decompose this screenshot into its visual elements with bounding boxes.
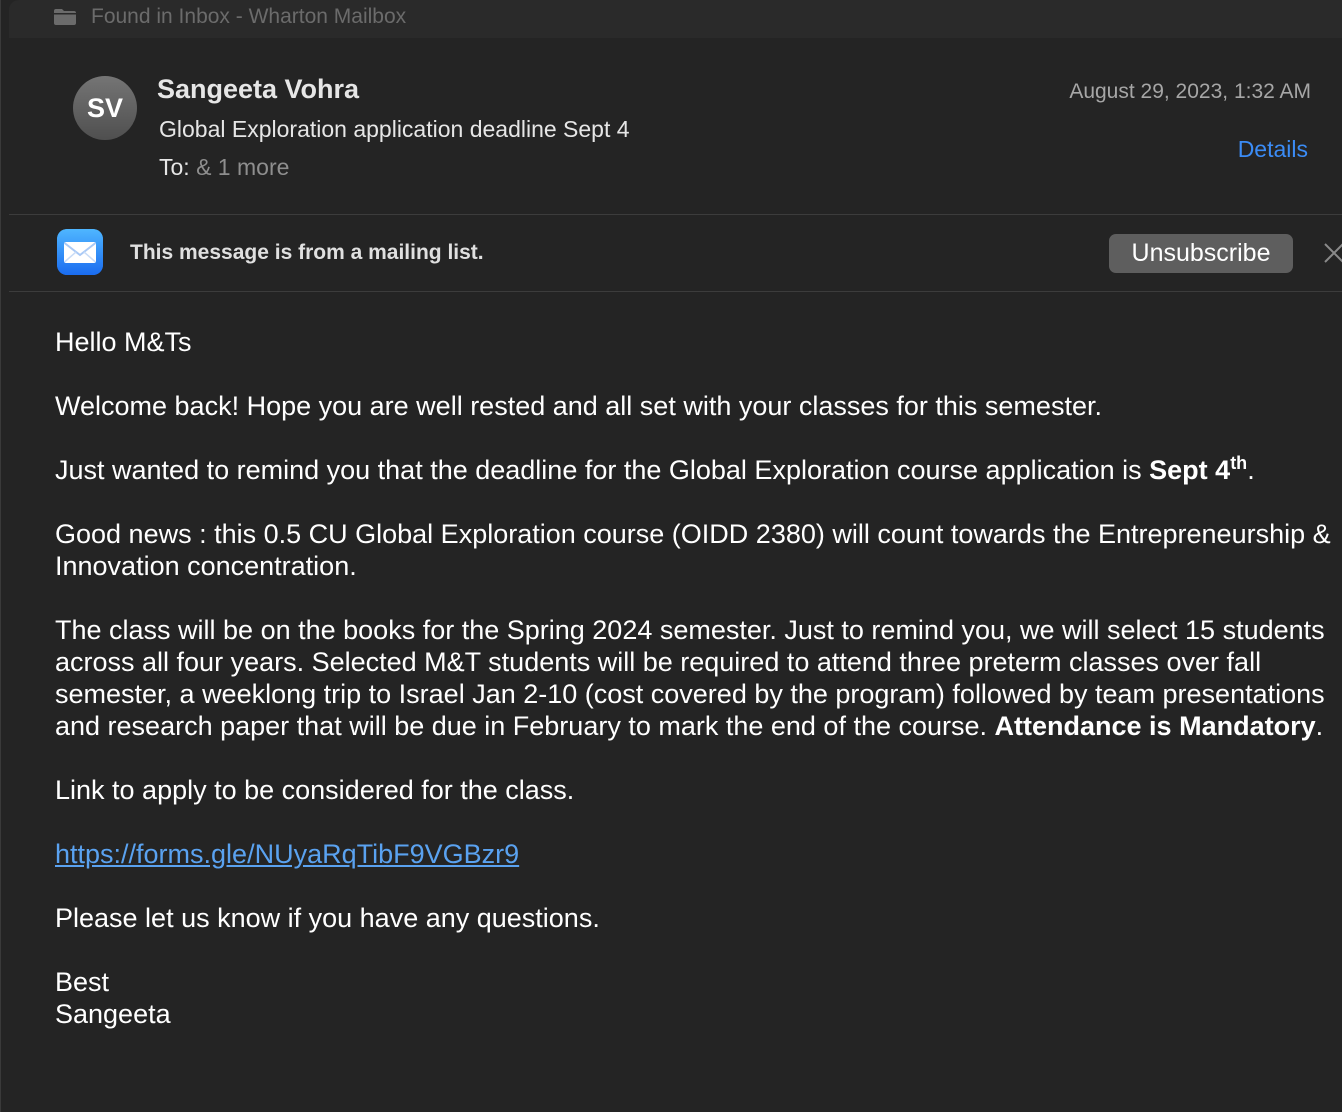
paragraph-class-details: The class will be on the books for the S… [55, 614, 1335, 742]
class-details-end: . [1315, 711, 1324, 741]
paragraph-questions: Please let us know if you have any quest… [55, 903, 600, 933]
deadline-suffix: th [1230, 453, 1248, 473]
signoff: Best [55, 967, 110, 997]
sender-name[interactable]: Sangeeta Vohra [157, 74, 359, 105]
message-date: August 29, 2023, 1:32 AM [1069, 80, 1311, 103]
breadcrumb-text: Found in Inbox - Wharton Mailbox [91, 5, 407, 28]
avatar[interactable]: SV [73, 76, 137, 140]
attendance-mandatory: Attendance is Mandatory [994, 711, 1316, 741]
recipients-line: To: & 1 more [159, 154, 289, 181]
message-body: Hello M&Ts Welcome back! Hope you are we… [55, 326, 1335, 1030]
deadline-end: . [1247, 455, 1255, 485]
more-recipients[interactable]: & 1 more [196, 154, 289, 180]
mail-app-icon [57, 229, 103, 275]
email-viewer: Found in Inbox - Wharton Mailbox SV Sang… [0, 0, 1342, 1112]
paragraph-welcome: Welcome back! Hope you are well rested a… [55, 391, 1102, 421]
message-header: SV Sangeeta Vohra Global Exploration app… [9, 38, 1342, 215]
deadline-date: Sept 4 [1149, 455, 1231, 485]
found-in-mailbox-bar: Found in Inbox - Wharton Mailbox [9, 0, 1342, 38]
paragraph-good-news: Good news : this 0.5 CU Global Explorati… [55, 519, 1331, 581]
greeting: Hello M&Ts [55, 327, 192, 357]
details-link[interactable]: Details [1238, 136, 1308, 163]
application-link[interactable]: https://forms.gle/NUyaRqTibF9VGBzr9 [55, 839, 519, 869]
paragraph-link: https://forms.gle/NUyaRqTibF9VGBzr9 [55, 838, 1335, 870]
to-label: To: [159, 154, 190, 180]
mailing-list-notice: This message is from a mailing list. [130, 241, 484, 264]
mailing-list-banner: This message is from a mailing list. Uns… [9, 215, 1342, 292]
unsubscribe-button[interactable]: Unsubscribe [1109, 234, 1293, 273]
paragraph-link-intro: Link to apply to be considered for the c… [55, 775, 575, 805]
deadline-text: Just wanted to remind you that the deadl… [55, 455, 1150, 485]
paragraph-deadline: Just wanted to remind you that the deadl… [55, 454, 1335, 486]
subject-line: Global Exploration application deadline … [159, 116, 630, 142]
signature: Sangeeta [55, 999, 171, 1029]
folder-icon [54, 9, 76, 25]
close-icon[interactable] [1323, 242, 1342, 264]
